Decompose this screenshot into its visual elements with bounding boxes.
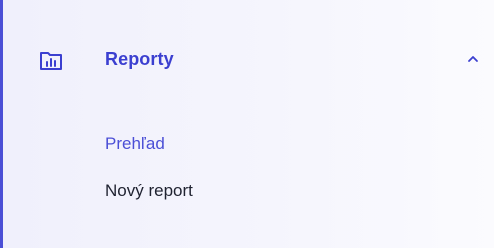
sidebar-panel: Reporty Prehľad Nový report [0,0,494,248]
section-header-label: Reporty [105,49,174,69]
bar-chart-folder-icon [40,52,62,70]
submenu-item-novy-report[interactable]: Nový report [105,180,193,202]
submenu-item-prehlad[interactable]: Prehľad [105,133,165,155]
section-header-reporty[interactable]: Reporty [3,34,494,86]
chevron-up-icon[interactable] [466,52,480,66]
